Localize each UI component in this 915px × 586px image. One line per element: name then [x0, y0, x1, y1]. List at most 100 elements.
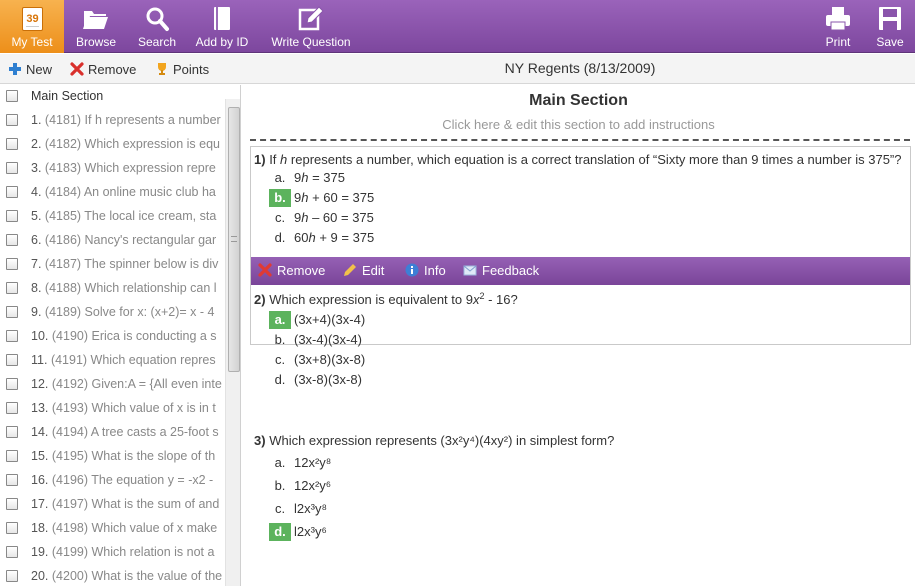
list-item-number: 18.: [31, 521, 49, 535]
list-item[interactable]: 20. (4200) What is the value of the: [0, 565, 225, 586]
write-question-button[interactable]: Write Question: [266, 0, 356, 53]
list-item[interactable]: 14. (4194) A tree casts a 25-foot s: [0, 421, 225, 445]
printer-icon: [826, 7, 850, 31]
list-item-checkbox[interactable]: [6, 330, 18, 342]
answer-letter: c.: [274, 210, 286, 225]
list-item-checkbox[interactable]: [6, 402, 18, 414]
list-item-label: 6. (4186) Nancy's rectangular gar: [31, 229, 225, 251]
browse-label: Browse: [75, 35, 116, 49]
list-item-text: (4199) Which relation is not a: [51, 545, 215, 559]
list-item-checkbox[interactable]: [6, 258, 18, 270]
list-item-number: 19.: [31, 545, 49, 559]
list-item[interactable]: 15. (4195) What is the slope of th: [0, 445, 225, 469]
list-item-number: 7.: [31, 257, 42, 271]
search-label: Search: [137, 35, 177, 49]
list-item[interactable]: 16. (4196) The equation y = -x2 -: [0, 469, 225, 493]
answer-rest: + 9 = 375: [315, 230, 375, 245]
list-item[interactable]: 9. (4189) Solve for x: (x+2)= x - 4: [0, 301, 225, 325]
list-item-label: 13. (4193) Which value of x is in t: [31, 397, 225, 419]
question-1-text: 1) If h represents a number, which equat…: [254, 152, 901, 167]
question-info-button[interactable]: Info: [405, 257, 446, 285]
answer-letter: b.: [269, 189, 291, 207]
list-item-checkbox[interactable]: [6, 282, 18, 294]
answer-rest: + 60 = 375: [308, 190, 375, 205]
list-item-checkbox[interactable]: [6, 234, 18, 246]
new-label: New: [26, 62, 53, 77]
section-title: Main Section: [529, 92, 628, 109]
my-test-button[interactable]: 39 My Test: [0, 0, 64, 53]
list-item-checkbox[interactable]: [6, 570, 18, 582]
list-item[interactable]: 19. (4199) Which relation is not a: [0, 541, 225, 565]
answer-text: (3x+8)(3x-8): [294, 352, 366, 367]
list-item-checkbox[interactable]: [6, 138, 18, 150]
list-scrollbar[interactable]: [225, 99, 240, 586]
list-item[interactable]: 6. (4186) Nancy's rectangular gar: [0, 229, 225, 253]
list-item-number: 9.: [31, 305, 42, 319]
list-item-checkbox[interactable]: [6, 474, 18, 486]
list-item-text: (4198) Which value of x make: [51, 521, 218, 535]
scrollbar-thumb[interactable]: [228, 107, 240, 372]
list-item-checkbox[interactable]: [6, 354, 18, 366]
list-item[interactable]: 11. (4191) Which equation repres: [0, 349, 225, 373]
save-button[interactable]: Save: [868, 0, 912, 53]
list-item-checkbox[interactable]: [6, 306, 18, 318]
new-button[interactable]: New: [8, 54, 52, 84]
list-item-checkbox[interactable]: [6, 522, 18, 534]
list-item-text: (4195) What is the slope of th: [51, 449, 216, 463]
list-item[interactable]: 10. (4190) Erica is conducting a s: [0, 325, 225, 349]
answer-letter: c.: [274, 501, 286, 516]
list-item-label: 12. (4192) Given:A = {All even inte: [31, 373, 225, 395]
question-remove-button[interactable]: Remove: [258, 257, 325, 285]
list-item-number: 13.: [31, 401, 49, 415]
list-item[interactable]: 12. (4192) Given:A = {All even inte: [0, 373, 225, 397]
list-item[interactable]: 8. (4188) Which relationship can l: [0, 277, 225, 301]
list-item-checkbox[interactable]: [6, 546, 18, 558]
list-item-checkbox[interactable]: [6, 498, 18, 510]
print-button[interactable]: Print: [816, 0, 860, 53]
list-item-checkbox[interactable]: [6, 186, 18, 198]
points-button[interactable]: Points: [155, 54, 209, 84]
add-by-id-button[interactable]: Add by ID: [190, 0, 254, 53]
answer-choice: b. 9h + 60 = 375: [269, 188, 374, 208]
list-item[interactable]: 7. (4187) The spinner below is div: [0, 253, 225, 277]
list-item[interactable]: 2. (4182) Which expression is equ: [0, 133, 225, 157]
question-2-text: 2) Which expression is equivalent to 9x2…: [254, 292, 518, 308]
list-item-label: 20. (4200) What is the value of the: [31, 565, 225, 586]
list-item-checkbox[interactable]: [6, 450, 18, 462]
list-item-checkbox[interactable]: [6, 162, 18, 174]
list-item-number: 14.: [31, 425, 49, 439]
answer-letter: c.: [274, 352, 286, 367]
answer-letter: d.: [274, 372, 286, 387]
list-item[interactable]: 17. (4197) What is the sum of and: [0, 493, 225, 517]
answer-choice: d. l2x³y⁶: [269, 522, 327, 542]
list-item-label: 7. (4187) The spinner below is div: [31, 253, 225, 275]
browse-button[interactable]: Browse: [66, 0, 126, 53]
question-feedback-button[interactable]: Feedback: [463, 257, 539, 285]
answer-text: (3x+4)(3x-4): [294, 312, 366, 327]
section-checkbox[interactable]: [6, 90, 18, 102]
list-item[interactable]: 5. (4185) The local ice cream, sta: [0, 205, 225, 229]
plus-icon: [9, 63, 21, 75]
remove-button[interactable]: Remove: [70, 54, 136, 84]
list-section-row[interactable]: Main Section: [0, 85, 225, 109]
test-preview-pane: Main Section Click here & edit this sect…: [242, 85, 915, 586]
list-item-checkbox[interactable]: [6, 426, 18, 438]
list-item-number: 4.: [31, 185, 42, 199]
list-item-checkbox[interactable]: [6, 114, 18, 126]
my-test-label: My Test: [11, 35, 53, 49]
list-item-text: (4190) Erica is conducting a s: [51, 329, 217, 343]
answer-rest: = 375: [308, 170, 345, 185]
search-button[interactable]: Search: [130, 0, 184, 53]
list-item-text: (4187) The spinner below is div: [44, 257, 219, 271]
list-item[interactable]: 4. (4184) An online music club ha: [0, 181, 225, 205]
list-item[interactable]: 3. (4183) Which expression repre: [0, 157, 225, 181]
list-item-checkbox[interactable]: [6, 378, 18, 390]
list-item-text: (4197) What is the sum of and: [51, 497, 220, 511]
list-item[interactable]: 1. (4181) If h represents a number: [0, 109, 225, 133]
list-item-checkbox[interactable]: [6, 210, 18, 222]
question-edit-button[interactable]: Edit: [343, 257, 384, 285]
list-item[interactable]: 18. (4198) Which value of x make: [0, 517, 225, 541]
list-item-number: 10.: [31, 329, 49, 343]
list-item[interactable]: 13. (4193) Which value of x is in t: [0, 397, 225, 421]
section-instructions[interactable]: Click here & edit this section to add in…: [242, 117, 915, 132]
